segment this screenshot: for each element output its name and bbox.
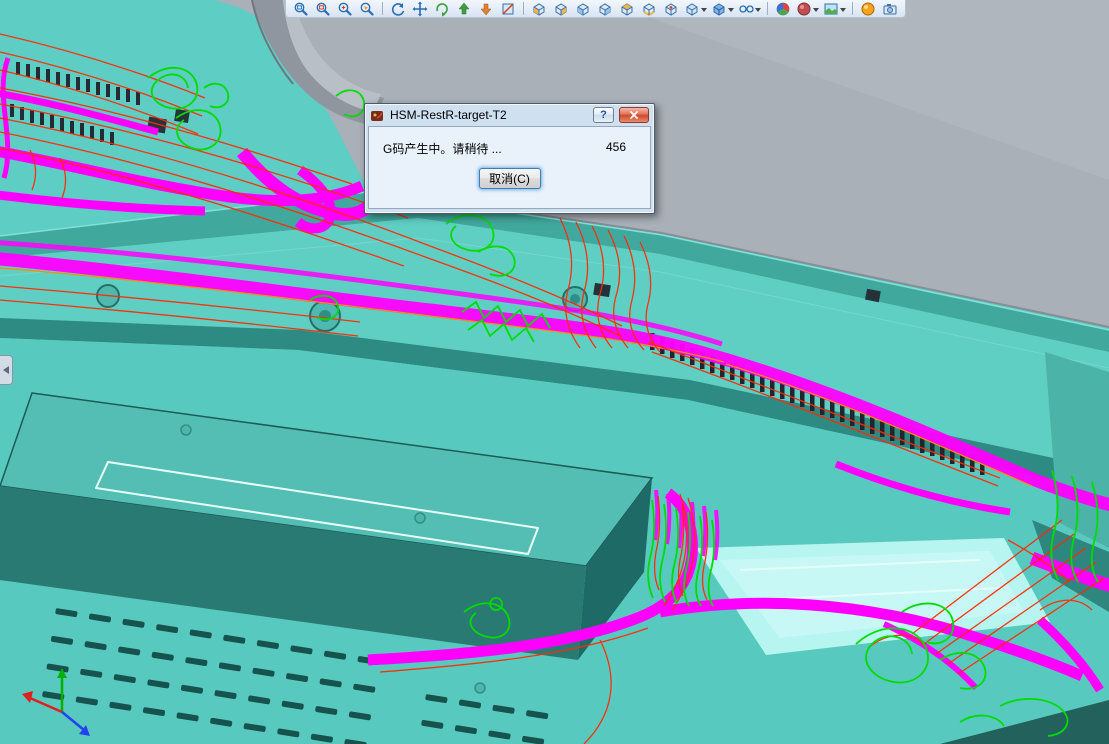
dialog-body: G码产生中。请稍待 ... 456 取消(C): [368, 126, 651, 209]
scene-background-icon[interactable]: [822, 1, 847, 17]
view-right-icon[interactable]: [595, 1, 615, 17]
dialog-message: G码产生中。请稍待 ...: [383, 142, 502, 156]
toolbar-separator: [382, 2, 383, 15]
hide-show-items-icon[interactable]: [737, 1, 762, 17]
zoom-in-out-icon[interactable]: [335, 1, 355, 17]
toolbar-separator: [767, 2, 768, 15]
gcode-progress-dialog: HSM-RestR-target-T2 ? G码产生中。请稍待 ... 456 …: [364, 103, 655, 214]
panel-collapse-tab[interactable]: [0, 355, 13, 385]
gcode-counter: 456: [605, 140, 626, 154]
rotate-view-icon[interactable]: [388, 1, 408, 17]
dialog-titlebar[interactable]: HSM-RestR-target-T2 ?: [368, 104, 651, 126]
view-toolbar: [285, 0, 906, 18]
zoom-to-area-icon[interactable]: [313, 1, 333, 17]
application-window: HSM-RestR-target-T2 ? G码产生中。请稍待 ... 456 …: [0, 0, 1109, 744]
edit-appearance-icon[interactable]: [795, 1, 820, 17]
hsm-app-icon: [371, 110, 383, 121]
toolbar-separator: [852, 2, 853, 15]
realview-icon[interactable]: [858, 1, 878, 17]
apply-scene-icon[interactable]: [773, 1, 793, 17]
display-style-icon[interactable]: [710, 1, 735, 17]
roll-view-icon[interactable]: [432, 1, 452, 17]
view-top-icon[interactable]: [617, 1, 637, 17]
pan-icon[interactable]: [410, 1, 430, 17]
view-left-icon[interactable]: [573, 1, 593, 17]
cancel-button[interactable]: 取消(C): [478, 168, 541, 189]
view-isometric-icon[interactable]: [661, 1, 681, 17]
zoom-to-selection-icon[interactable]: [357, 1, 377, 17]
view-down-icon[interactable]: [476, 1, 496, 17]
view-front-icon[interactable]: [529, 1, 549, 17]
camera-view-icon[interactable]: [880, 1, 900, 17]
chevron-left-icon: [3, 366, 9, 374]
view-orientation-icon[interactable]: [683, 1, 708, 17]
toolbar-separator: [523, 2, 524, 15]
section-view-icon[interactable]: [498, 1, 518, 17]
dialog-title: HSM-RestR-target-T2: [390, 108, 507, 122]
dialog-help-button[interactable]: ?: [593, 107, 614, 123]
view-back-icon[interactable]: [551, 1, 571, 17]
dialog-close-button[interactable]: [619, 107, 649, 123]
view-up-icon[interactable]: [454, 1, 474, 17]
view-bottom-icon[interactable]: [639, 1, 659, 17]
zoom-to-fit-icon[interactable]: [291, 1, 311, 17]
close-icon: [630, 111, 638, 119]
